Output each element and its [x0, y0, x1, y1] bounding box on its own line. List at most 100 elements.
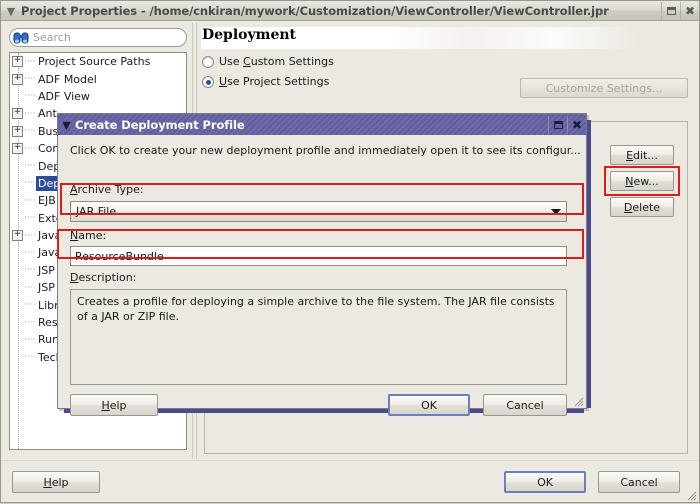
search-placeholder: Search	[33, 31, 71, 44]
description-textarea: Creates a profile for deploying a simple…	[70, 289, 567, 385]
tree-connector-icon: ····	[24, 300, 36, 311]
radio-label: Use Project Settings	[219, 75, 330, 88]
page-title: Deployment	[202, 27, 296, 43]
dialog-title: Create Deployment Profile	[75, 117, 245, 132]
project-properties-window: ▼ Project Properties - /home/cnkiran/myw…	[0, 0, 700, 503]
edit-profile-button[interactable]: Edit...	[610, 145, 674, 165]
window-controls: ✖	[661, 1, 699, 21]
sidebar-item-label: ADF View	[38, 89, 90, 103]
tree-connector-icon: ····	[24, 317, 36, 328]
cancel-button[interactable]: Cancel	[598, 471, 680, 493]
dialog-ok-button[interactable]: OK	[388, 394, 470, 416]
expand-plus-icon[interactable]	[12, 106, 23, 120]
expand-plus-icon[interactable]	[12, 124, 23, 137]
button-label: OK	[421, 398, 437, 412]
tree-connector-icon: ····	[24, 108, 36, 119]
dialog-shadow-right	[587, 120, 591, 408]
expand-plus-icon[interactable]	[12, 141, 23, 155]
expand-plus-icon[interactable]	[12, 228, 23, 242]
radio-label: Use Custom Settings	[219, 55, 334, 68]
tree-connector-icon: ····	[24, 352, 36, 363]
window-titlebar: ▼ Project Properties - /home/cnkiran/myw…	[1, 1, 699, 21]
description-label: Description:	[70, 271, 137, 284]
dialog-titlebar: ▼ Create Deployment Profile ✖	[58, 114, 586, 135]
profile-name-input[interactable]: ResourceBundle	[70, 246, 567, 266]
button-label: Cancel	[620, 475, 658, 489]
tree-connector-icon: ····	[24, 230, 36, 241]
sidebar-item-adf-model[interactable]: ····ADF Model	[10, 70, 186, 87]
tree-connector-icon: ····	[24, 195, 36, 206]
dialog-help-button[interactable]: Help	[70, 394, 158, 416]
restore-icon[interactable]	[661, 1, 680, 20]
help-button[interactable]: Help	[12, 471, 100, 493]
window-title: Project Properties - /home/cnkiran/mywor…	[21, 3, 609, 18]
customize-settings-button: Customize Settings...	[520, 78, 688, 98]
tree-connector-icon: ····	[24, 213, 36, 224]
button-label: OK	[537, 475, 553, 489]
tree-connector-icon: ····	[24, 161, 36, 172]
dialog-menu-chevron-down-icon[interactable]: ▼	[58, 118, 75, 132]
dialog-intro-text: Click OK to create your new deployment p…	[70, 144, 581, 157]
sidebar-item-project-source-paths[interactable]: ····Project Source Paths	[10, 53, 186, 70]
resize-grip-icon[interactable]	[685, 489, 697, 501]
tree-connector-icon: ····	[24, 265, 36, 276]
tree-connector-icon: ····	[24, 74, 36, 85]
dialog-window-controls: ✖	[548, 115, 586, 135]
dialog-resize-grip-icon[interactable]	[573, 396, 584, 407]
sidebar-item-label: ADF Model	[38, 72, 97, 86]
radio-indicator	[202, 55, 214, 68]
ok-button[interactable]: OK	[504, 471, 586, 493]
restore-icon[interactable]	[548, 115, 567, 134]
sidebar-item-label: Ant	[38, 107, 57, 121]
archive-type-value: JAR File	[76, 205, 117, 218]
dialog-body: Click OK to create your new deployment p…	[58, 135, 586, 416]
expand-plus-icon[interactable]	[12, 54, 23, 68]
window-menu-chevron-down-icon[interactable]: ▼	[1, 5, 21, 17]
tree-connector-icon: ····	[24, 56, 36, 67]
delete-profile-button[interactable]: Delete	[610, 197, 674, 217]
tree-connector-icon: ····	[24, 126, 36, 137]
tree-connector-icon: ····	[24, 143, 36, 154]
radio-indicator	[202, 75, 214, 88]
expand-plus-icon[interactable]	[12, 72, 23, 85]
sidebar-item-label: Project Source Paths	[38, 55, 151, 69]
button-label: Cancel	[506, 398, 544, 412]
sidebar-item-adf-view[interactable]: ···· ADF View	[10, 88, 186, 105]
archive-type-label: Archive Type:	[70, 183, 144, 196]
button-label: Edit...	[626, 148, 658, 162]
dialog-cancel-button[interactable]: Cancel	[483, 394, 567, 416]
button-label: New...	[625, 174, 659, 188]
name-label: Name:	[70, 229, 107, 242]
close-icon[interactable]: ✖	[680, 1, 699, 20]
binoculars-search-icon	[13, 31, 29, 44]
close-icon[interactable]: ✖	[567, 115, 586, 134]
tree-connector-icon: ····	[24, 282, 36, 293]
button-label: Help	[43, 475, 69, 489]
tree-connector-icon: ····	[24, 91, 36, 102]
tree-connector-icon: ····	[24, 334, 36, 345]
search-input[interactable]: Search	[9, 28, 187, 47]
new-profile-button[interactable]: New...	[610, 171, 674, 191]
dialog-footer: Help OK Cancel	[1, 460, 699, 502]
chevron-down-icon[interactable]	[546, 208, 566, 215]
radio-use-custom-settings[interactable]: Use Custom Settings	[202, 55, 334, 68]
button-label: Delete	[623, 200, 661, 214]
archive-type-select[interactable]: JAR File	[70, 201, 567, 222]
create-deployment-profile-dialog: ▼ Create Deployment Profile ✖ Click OK t…	[57, 113, 591, 416]
button-label: Help	[101, 398, 127, 412]
tree-connector-icon: ····	[24, 247, 36, 258]
radio-use-project-settings[interactable]: Use Project Settings	[202, 75, 329, 88]
profile-name-value: ResourceBundle	[75, 249, 164, 263]
